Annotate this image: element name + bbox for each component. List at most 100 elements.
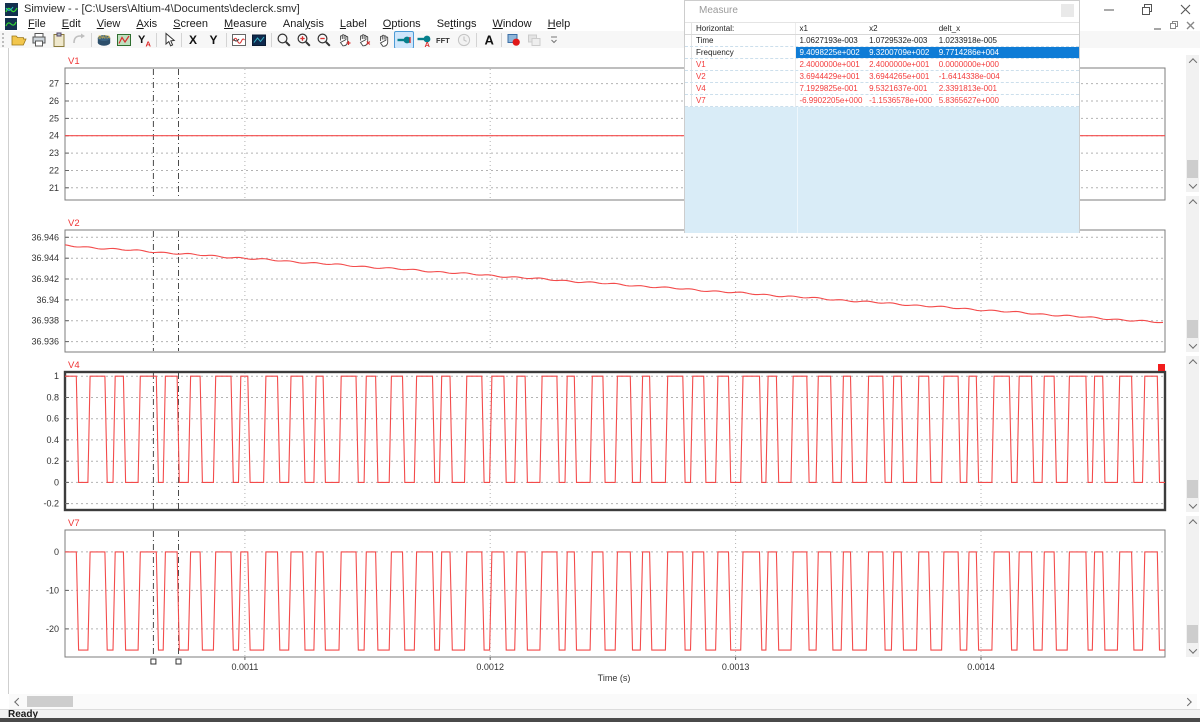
menu-item-options[interactable]: Options [375, 17, 429, 31]
document-icon[interactable] [5, 18, 17, 30]
measure-value[interactable]: 7.1929825e-001 [796, 83, 866, 94]
scroll-up-button[interactable] [1186, 196, 1199, 208]
measure-value[interactable]: 1.0233918e-005 [936, 35, 1079, 46]
measure-row-label[interactable]: Horizontal: [692, 23, 796, 34]
row-selector-cell[interactable] [685, 71, 692, 82]
vertical-scrollbar-thumb[interactable] [1187, 480, 1198, 498]
row-selector-cell[interactable] [685, 23, 692, 34]
menu-item-window[interactable]: Window [484, 17, 539, 31]
vertical-scrollbar-thumb[interactable] [1187, 320, 1198, 338]
scroll-down-button[interactable] [1186, 180, 1199, 192]
scroll-up-button[interactable] [1186, 356, 1199, 368]
toolbar-overflow-icon[interactable] [544, 31, 564, 49]
measure-row-v7[interactable]: V7-6.9902205e+000-1.1536578e+0005.836562… [685, 95, 1079, 107]
measure-row-label[interactable]: V2 [692, 71, 796, 82]
measure-panel[interactable]: Measure Horizontal:x1x2delt_xTime1.06271… [684, 0, 1080, 233]
clock-icon[interactable] [454, 31, 474, 49]
measure-header-row[interactable]: Horizontal:x1x2delt_x [685, 22, 1079, 35]
menu-item-analysis[interactable]: Analysis [275, 17, 332, 31]
measure-row-label[interactable]: V4 [692, 83, 796, 94]
measure-value[interactable]: 9.7714286e+004 [936, 47, 1079, 58]
measure-value[interactable]: 9.4098225e+002 [796, 47, 866, 58]
measure-value[interactable]: 3.6944265e+001 [866, 71, 936, 82]
paste-icon[interactable] [49, 31, 69, 49]
close-button[interactable] [1172, 2, 1198, 17]
chart-options-icon[interactable] [114, 31, 134, 49]
horizontal-scrollbar[interactable] [9, 694, 1197, 709]
y-scale-icon[interactable]: Y [204, 31, 224, 49]
row-selector-cell[interactable] [685, 83, 692, 94]
measure-row-label[interactable]: V7 [692, 95, 796, 106]
cursor-x1-handle[interactable] [151, 659, 156, 664]
measure-row-v2[interactable]: V23.6944429e+0013.6944265e+001-1.6414338… [685, 71, 1079, 83]
scroll-left-button[interactable] [10, 695, 24, 708]
measure-value[interactable]: delt_x [936, 23, 1079, 34]
zoom-icon[interactable] [274, 31, 294, 49]
plot-V7[interactable]: V7-20-100 [46, 518, 1165, 657]
measure-row-v4[interactable]: V47.1929825e-0019.5321637e-0012.3391813e… [685, 83, 1079, 95]
row-selector-cell[interactable] [685, 59, 692, 70]
open-folder-icon[interactable] [9, 31, 29, 49]
measure-value[interactable]: x1 [796, 23, 866, 34]
vertical-scrollbar-thumb[interactable] [1187, 625, 1198, 643]
measure-row-label[interactable]: Frequency [692, 47, 796, 58]
menu-item-help[interactable]: Help [540, 17, 579, 31]
measure-row-v1[interactable]: V12.4000000e+0012.4000000e+0010.0000000e… [685, 59, 1079, 71]
measure-value[interactable]: 2.4000000e+001 [796, 59, 866, 70]
screen-color-icon[interactable] [249, 31, 269, 49]
pan-zoom-out-icon[interactable] [354, 31, 374, 49]
undo-icon[interactable] [69, 31, 89, 49]
scroll-up-button[interactable] [1186, 55, 1199, 67]
pointer-icon[interactable] [159, 31, 179, 49]
menu-item-view[interactable]: View [89, 17, 129, 31]
measure-value[interactable]: 9.5321637e-001 [866, 83, 936, 94]
menu-item-screen[interactable]: Screen [165, 17, 216, 31]
toolbar-grip[interactable] [2, 33, 7, 47]
measure-value[interactable]: -6.9902205e+000 [796, 95, 866, 106]
marker-add-icon[interactable] [504, 31, 524, 49]
measure-value[interactable]: -1.6414338e-004 [936, 71, 1079, 82]
vertical-scrollbar-thumb[interactable] [1187, 160, 1198, 178]
menu-item-label[interactable]: Label [332, 17, 375, 31]
scroll-down-button[interactable] [1186, 340, 1199, 352]
measure-row-label[interactable]: Time [692, 35, 796, 46]
vertical-scrollbar-plot2[interactable] [1186, 196, 1199, 352]
measure-value[interactable]: -1.1536578e+000 [866, 95, 936, 106]
measure-value[interactable]: 1.0729532e-003 [866, 35, 936, 46]
vertical-scrollbar-plot1[interactable] [1186, 55, 1199, 192]
minimize-button[interactable] [1096, 2, 1122, 17]
cursor-x2-handle[interactable] [176, 659, 181, 664]
text-annotation-icon[interactable]: A [479, 31, 499, 49]
cursor-a-icon[interactable] [394, 31, 414, 49]
menu-item-settings[interactable]: Settings [429, 17, 485, 31]
scroll-up-button[interactable] [1186, 516, 1199, 528]
mdi-restore-button[interactable] [1166, 19, 1182, 31]
zoom-out-icon[interactable] [314, 31, 334, 49]
menu-item-axis[interactable]: Axis [128, 17, 165, 31]
menu-item-measure[interactable]: Measure [216, 17, 275, 31]
measure-value[interactable]: 0.0000000e+000 [936, 59, 1079, 70]
data-source-icon[interactable]: DATA [94, 31, 114, 49]
measure-panel-close-icon[interactable] [1061, 4, 1074, 17]
menu-item-file[interactable]: File [20, 17, 54, 31]
restore-button[interactable] [1134, 2, 1160, 17]
mdi-minimize-button[interactable] [1150, 19, 1166, 31]
plot-V2[interactable]: V236.93636.93836.9436.94236.94436.946 [31, 218, 1165, 352]
measure-row-time[interactable]: Time1.0627193e-0031.0729532e-0031.023391… [685, 35, 1079, 47]
mdi-close-button[interactable] [1182, 19, 1198, 31]
row-selector-cell[interactable] [685, 47, 692, 58]
zoom-in-icon[interactable] [294, 31, 314, 49]
pan-zoom-in-icon[interactable] [334, 31, 354, 49]
measure-row-label[interactable]: V1 [692, 59, 796, 70]
waveform-view-icon[interactable] [229, 31, 249, 49]
measure-value[interactable]: 3.6944429e+001 [796, 71, 866, 82]
fft-icon[interactable]: FFT [434, 31, 454, 49]
measure-value[interactable]: 5.8365627e+000 [936, 95, 1079, 106]
menu-item-edit[interactable]: Edit [54, 17, 89, 31]
scroll-down-button[interactable] [1186, 645, 1199, 657]
scroll-down-button[interactable] [1186, 500, 1199, 512]
measure-row-frequency[interactable]: Frequency9.4098225e+0029.3200709e+0029.7… [685, 47, 1079, 59]
y-axis-format-icon[interactable]: YA [134, 31, 154, 49]
scroll-right-button[interactable] [1182, 695, 1196, 708]
measure-value[interactable]: 2.3391813e-001 [936, 83, 1079, 94]
